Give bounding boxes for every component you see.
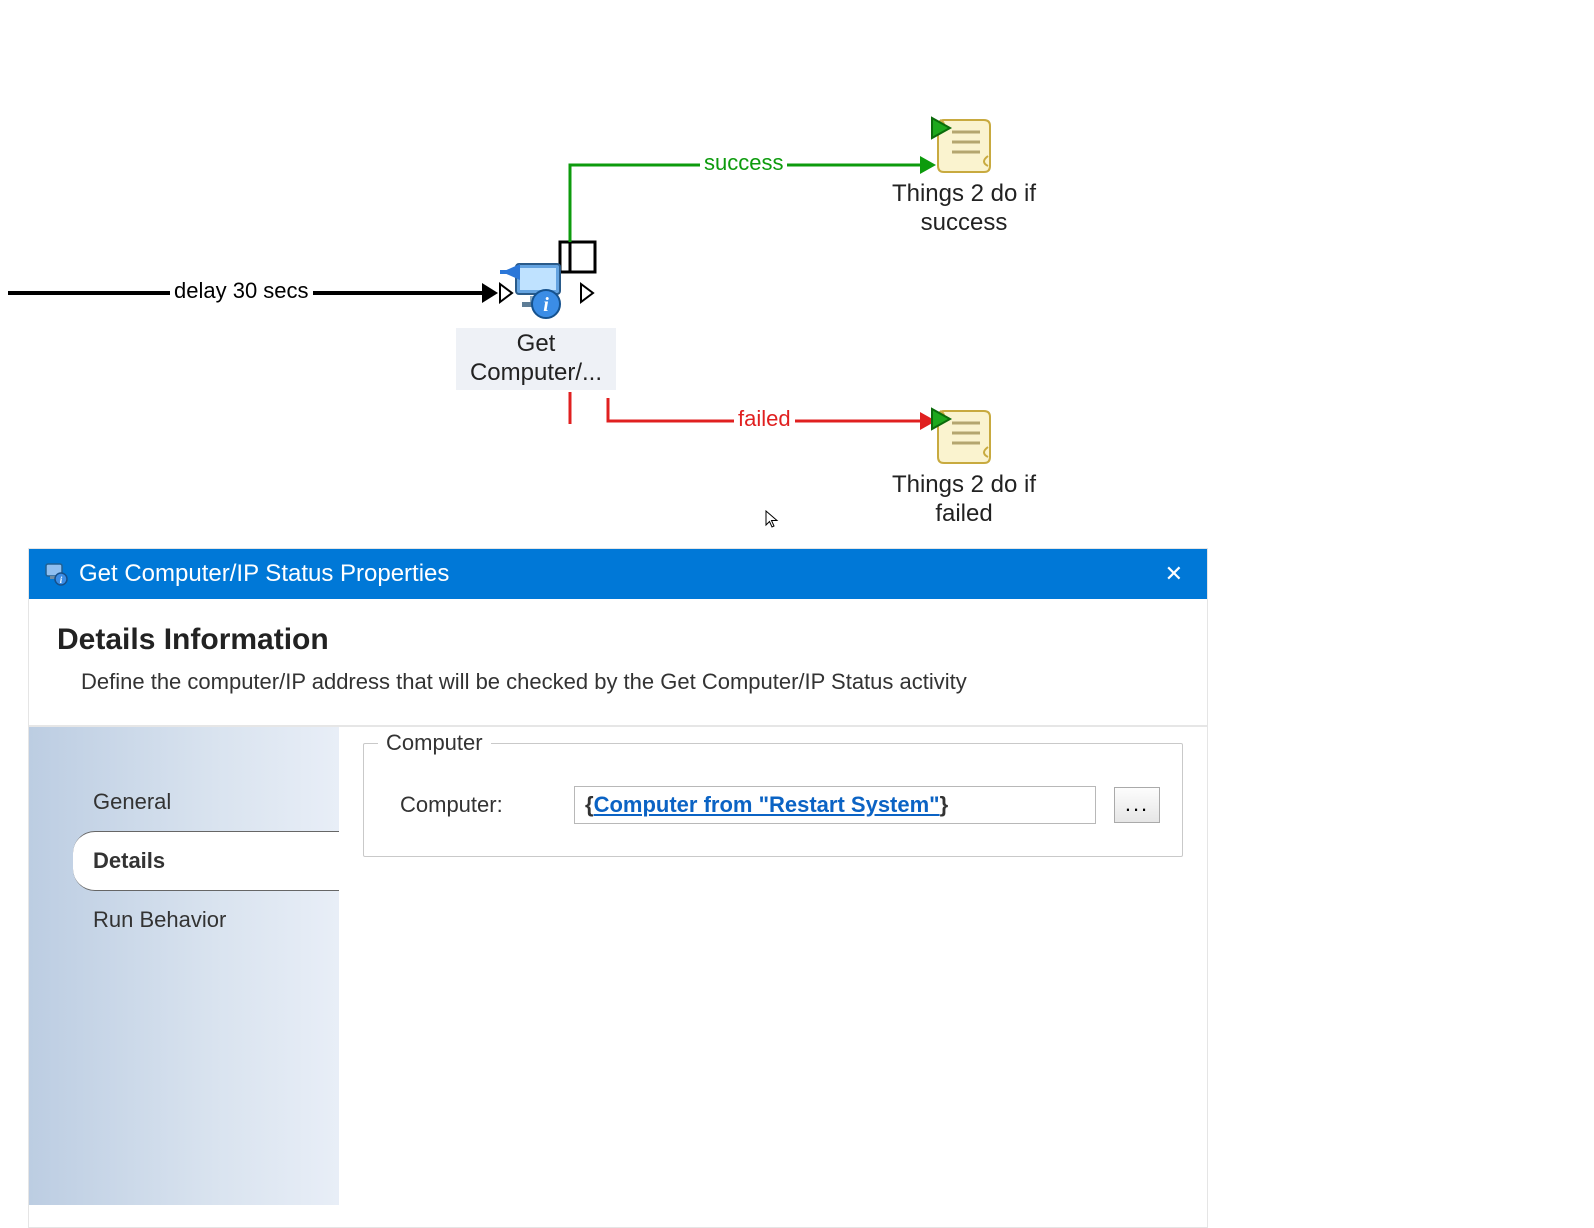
sidebar-item-details[interactable]: Details <box>73 831 339 891</box>
dialog-titlebar[interactable]: i Get Computer/IP Status Properties ✕ <box>29 549 1207 599</box>
value-brace-close: } <box>940 792 949 818</box>
connector-layer <box>0 0 1594 548</box>
computer-info-icon: i <box>496 254 576 324</box>
dialog-header: Details Information Define the computer/… <box>29 599 1207 727</box>
runbook-canvas[interactable]: delay 30 secs success failed i Get Compu… <box>0 0 1594 548</box>
node-failed-label: Things 2 do if failed <box>884 471 1044 529</box>
computer-field[interactable]: { Computer from "Restart System" } <box>574 786 1096 824</box>
node-success-label: Things 2 do if success <box>884 180 1044 238</box>
edge-label-success[interactable]: success <box>700 150 787 176</box>
value-brace-open: { <box>585 792 594 818</box>
close-button[interactable]: ✕ <box>1155 557 1193 591</box>
dialog-sidebar: General Details Run Behavior <box>29 727 339 1205</box>
dialog-title: Get Computer/IP Status Properties <box>79 560 449 588</box>
dialog-icon: i <box>43 561 69 587</box>
edge-label-failed[interactable]: failed <box>734 406 795 432</box>
node-failed-script[interactable]: Things 2 do if failed <box>884 403 1044 529</box>
script-play-icon <box>928 403 1000 467</box>
groupbox-legend: Computer <box>378 730 491 756</box>
node-get-computer[interactable]: i Get Computer/... <box>456 254 616 390</box>
dialog-main: Computer Computer: { Computer from "Rest… <box>339 727 1207 1205</box>
sidebar-item-general[interactable]: General <box>29 773 339 831</box>
node-get-computer-label: Get Computer/... <box>456 328 616 390</box>
computer-field-label: Computer: <box>386 792 556 818</box>
script-play-icon <box>928 112 1000 176</box>
browse-button[interactable]: ... <box>1114 787 1160 823</box>
properties-dialog: i Get Computer/IP Status Properties ✕ De… <box>28 548 1208 1228</box>
edge-label-delay[interactable]: delay 30 secs <box>170 278 313 304</box>
node-success-script[interactable]: Things 2 do if success <box>884 112 1044 238</box>
computer-groupbox: Computer Computer: { Computer from "Rest… <box>363 743 1183 857</box>
computer-value-link[interactable]: Computer from "Restart System" <box>594 792 940 818</box>
svg-text:i: i <box>543 294 549 316</box>
sidebar-item-run-behavior[interactable]: Run Behavior <box>29 891 339 949</box>
close-icon: ✕ <box>1165 561 1183 586</box>
dialog-heading: Details Information <box>57 623 1179 657</box>
dialog-description: Define the computer/IP address that will… <box>57 669 1179 695</box>
